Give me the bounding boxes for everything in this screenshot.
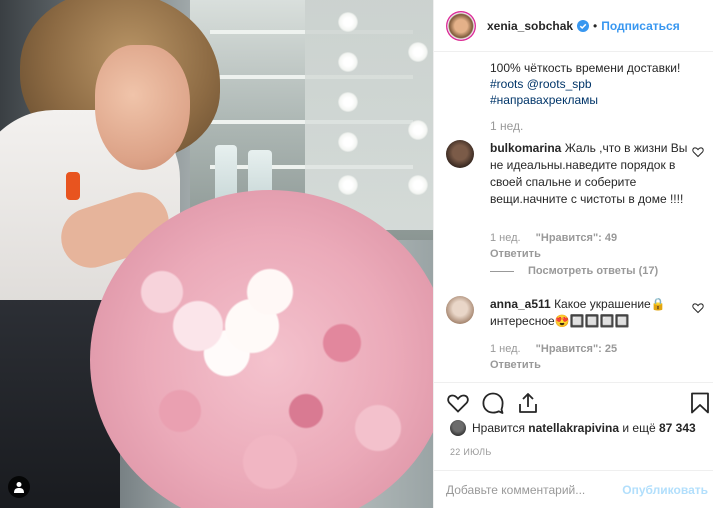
- commenter-username[interactable]: anna_a511: [490, 297, 551, 311]
- caption-time[interactable]: 1 нед.: [490, 118, 700, 134]
- publish-button[interactable]: Опубликовать: [622, 483, 708, 497]
- background-mirror: [305, 0, 433, 230]
- comment-like-icon[interactable]: [692, 146, 704, 158]
- likes-middle: и ещё: [622, 421, 656, 435]
- comment-body: anna_a511 Какое украшение🔒 интересное😍🔲🔲…: [490, 296, 690, 330]
- post-header: xenia_sobchak • Подписаться: [434, 0, 713, 52]
- commenter-avatar[interactable]: [446, 140, 474, 168]
- replies-divider-line: [490, 270, 514, 272]
- person-icon: [14, 482, 24, 493]
- likes-prefix: Нравится: [472, 421, 525, 435]
- reply-button[interactable]: Ответить: [490, 248, 541, 260]
- liker-avatar[interactable]: [450, 420, 466, 436]
- mirror-bulb: [338, 132, 358, 152]
- follow-button[interactable]: Подписаться: [601, 19, 679, 33]
- mention-link[interactable]: @roots_spb: [527, 77, 592, 91]
- likes-count[interactable]: 87 343: [659, 421, 696, 435]
- mirror-bulb: [408, 175, 428, 195]
- post-date[interactable]: 22 ИЮЛЬ: [450, 447, 492, 457]
- view-replies-label: Посмотреть ответы (17): [528, 265, 659, 277]
- liker-username[interactable]: natellakrapivina: [528, 421, 619, 435]
- hashtag-link[interactable]: #направахрекламы: [490, 93, 598, 107]
- mirror-bulb: [408, 120, 428, 140]
- verified-badge-icon: [577, 19, 590, 32]
- earring: [66, 172, 80, 200]
- commenter-username[interactable]: bulkomarina: [490, 141, 561, 155]
- post-side-panel: xenia_sobchak • Подписаться 100% чёткост…: [433, 0, 713, 508]
- person-face: [95, 45, 190, 170]
- comment-likes[interactable]: "Нравится": 25: [536, 343, 617, 355]
- comment-input[interactable]: [446, 482, 623, 497]
- avatar[interactable]: [446, 10, 476, 41]
- add-comment-bar: Опубликовать: [434, 470, 713, 508]
- mirror-bulb: [338, 175, 358, 195]
- comment-time[interactable]: 1 нед.: [490, 343, 521, 355]
- bookmark-icon[interactable]: [688, 391, 712, 415]
- comment-body: bulkomarina Жаль ,что в жизни Вы не идеа…: [490, 140, 690, 208]
- comment-meta: 1 нед. "Нравится": 49: [490, 232, 617, 244]
- comment-icon[interactable]: [481, 391, 505, 415]
- reply-button[interactable]: Ответить: [490, 359, 541, 371]
- likes-summary: Нравится natellakrapivina и ещё 87 343: [450, 418, 696, 438]
- caption-text-line: 100% чёткость времени доставки!: [490, 61, 681, 75]
- separator-dot: •: [593, 18, 598, 33]
- view-replies-button[interactable]: Посмотреть ответы (17): [490, 265, 658, 277]
- comment-time[interactable]: 1 нед.: [490, 232, 521, 244]
- mirror-bulb: [408, 42, 428, 62]
- user-tag-button[interactable]: [8, 476, 30, 498]
- comment-meta: 1 нед. "Нравится": 25: [490, 343, 617, 355]
- action-bar: [434, 382, 713, 422]
- share-icon[interactable]: [516, 391, 540, 415]
- mirror-bulb: [338, 12, 358, 32]
- mirror-bulb: [338, 92, 358, 112]
- post-caption: 100% чёткость времени доставки! #roots @…: [490, 60, 700, 134]
- comments-list[interactable]: 100% чёткость времени доставки! #roots @…: [434, 52, 713, 382]
- post-photo[interactable]: [0, 0, 433, 508]
- mirror-bulb: [338, 52, 358, 72]
- comment-likes[interactable]: "Нравится": 49: [536, 232, 617, 244]
- post-author-username[interactable]: xenia_sobchak: [487, 19, 573, 33]
- comment-like-icon[interactable]: [692, 302, 704, 314]
- heart-icon[interactable]: [446, 391, 470, 415]
- commenter-avatar[interactable]: [446, 296, 474, 324]
- hashtag-link[interactable]: #roots: [490, 77, 523, 91]
